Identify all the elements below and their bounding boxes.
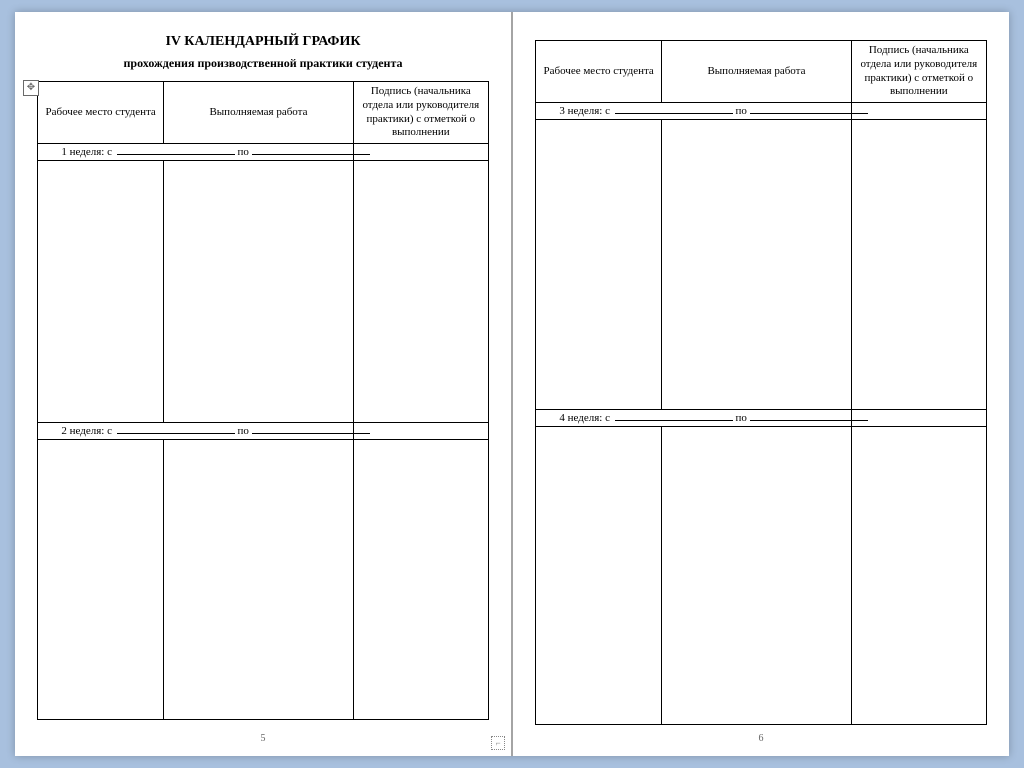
week-4-body bbox=[536, 426, 987, 724]
week-2-from-blank bbox=[117, 424, 235, 434]
week-to: по bbox=[238, 146, 249, 158]
week-4-header: 4 неделя: с по bbox=[536, 409, 987, 426]
week-1-label: 1 неделя: с bbox=[42, 146, 114, 160]
week-1-body bbox=[38, 160, 489, 422]
col-sign: Подпись (начальника отдела или руководит… bbox=[851, 41, 986, 103]
week-3-to-blank bbox=[750, 104, 868, 114]
week-1-to-blank bbox=[252, 145, 370, 155]
doc-title: IV КАЛЕНДАРНЫЙ ГРАФИК bbox=[37, 34, 489, 50]
page-break-icon: ⌐ bbox=[491, 736, 505, 750]
week-2-header: 2 неделя: с по bbox=[38, 422, 489, 439]
table-anchor-icon: ✥ bbox=[23, 80, 39, 96]
week-3-label: 3 неделя: с bbox=[540, 105, 612, 119]
week-4-to-blank bbox=[750, 411, 868, 421]
week-1-header: 1 неделя: с по bbox=[38, 144, 489, 161]
week-3-from-blank bbox=[615, 104, 733, 114]
doc-subtitle: прохождения производственной практики ст… bbox=[37, 56, 489, 71]
week-1-from-blank bbox=[117, 145, 235, 155]
schedule-table-left: Рабочее место студента Выполняемая работ… bbox=[37, 81, 489, 720]
week-2-to-blank bbox=[252, 424, 370, 434]
week-4-from-blank bbox=[615, 411, 733, 421]
col-task: Выполняемая работа bbox=[662, 41, 851, 103]
document-spread: IV КАЛЕНДАРНЫЙ ГРАФИК прохождения произв… bbox=[15, 12, 1009, 756]
week-3-body bbox=[536, 119, 987, 409]
page-left: IV КАЛЕНДАРНЫЙ ГРАФИК прохождения произв… bbox=[15, 12, 512, 756]
week-3-header: 3 неделя: с по bbox=[536, 103, 987, 120]
week-4-label: 4 неделя: с bbox=[540, 412, 612, 426]
page-number-left: 5 bbox=[37, 729, 489, 744]
col-task: Выполняемая работа bbox=[164, 82, 353, 144]
week-to: по bbox=[238, 425, 249, 437]
schedule-table-right: Рабочее место студента Выполняемая работ… bbox=[535, 40, 987, 725]
col-sign: Подпись (начальника отдела или руководит… bbox=[353, 82, 488, 144]
page-right: Рабочее место студента Выполняемая работ… bbox=[512, 12, 1009, 756]
week-to: по bbox=[736, 105, 747, 117]
week-2-body bbox=[38, 439, 489, 719]
week-2-label: 2 неделя: с bbox=[42, 425, 114, 439]
col-workplace: Рабочее место студента bbox=[38, 82, 164, 144]
page-number-right: 6 bbox=[535, 729, 987, 744]
week-to: по bbox=[736, 412, 747, 424]
col-workplace: Рабочее место студента bbox=[536, 41, 662, 103]
